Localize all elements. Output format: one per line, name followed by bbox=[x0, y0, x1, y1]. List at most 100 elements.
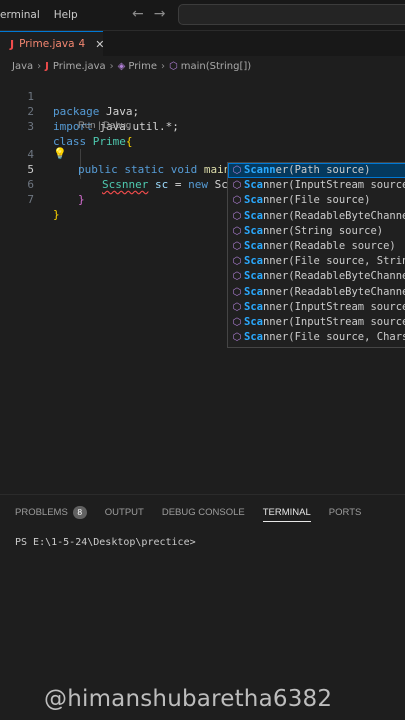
suggestion-item[interactable]: ⬡ Sca nn er(ReadableByteChannel bbox=[228, 285, 405, 300]
menu-help[interactable]: Help bbox=[54, 9, 78, 21]
editor-tab-bar: J Prime.java 4 ✕ bbox=[0, 31, 405, 56]
suggestion-match: Sca bbox=[244, 270, 263, 283]
codelens-run-debug[interactable]: Run | Debug bbox=[78, 120, 131, 131]
class-name: Prime bbox=[86, 135, 126, 148]
cube-icon: ⬡ bbox=[232, 210, 242, 222]
lightbulb-icon[interactable]: 💡 bbox=[53, 147, 67, 160]
tab-problems[interactable]: PROBLEMS 8 bbox=[15, 505, 87, 519]
suggestion-label: er(InputStream source bbox=[275, 300, 405, 313]
back-arrow-icon[interactable]: ← bbox=[132, 6, 144, 22]
suggestion-label: er(File source, Charse bbox=[275, 331, 405, 344]
suggestion-item[interactable]: ⬡ Sca nn er(File source) bbox=[228, 193, 405, 208]
chevron-right-icon: › bbox=[160, 60, 165, 72]
breadcrumb: Java › J Prime.java › ◈ Prime › ⬡ main(S… bbox=[0, 58, 405, 74]
tab-label: Prime.java bbox=[19, 38, 75, 50]
menu-terminal[interactable]: erminal bbox=[0, 9, 40, 21]
suggestion-label: er(InputStream source bbox=[275, 315, 405, 328]
suggestion-item[interactable]: ⬡ Sca nn er(File source, Charse bbox=[228, 330, 405, 345]
tab-output[interactable]: OUTPUT bbox=[105, 507, 144, 518]
cube-icon: ⬡ bbox=[232, 271, 242, 283]
suggestion-item[interactable]: ⬡ Sca nn er(File source, String bbox=[228, 254, 405, 269]
tab-problem-count: 4 bbox=[78, 38, 86, 50]
suggestion-label: nn bbox=[262, 209, 276, 222]
suggestion-label: nn bbox=[262, 315, 276, 328]
panel-tab-bar: PROBLEMS 8 OUTPUT DEBUG CONSOLE TERMINAL … bbox=[0, 502, 405, 522]
code-line-6: 6 } bbox=[0, 162, 84, 206]
suggestion-label: er(Path source) bbox=[275, 164, 371, 176]
suggestion-match: Sca bbox=[244, 315, 263, 328]
terminal-prompt[interactable]: PS E:\1-5-24\Desktop\prectice> bbox=[15, 537, 196, 548]
command-center-search[interactable] bbox=[178, 4, 405, 25]
panel-divider bbox=[0, 494, 405, 495]
code-line-2: 2 import java.util.*; bbox=[0, 89, 178, 133]
problems-count-badge: 8 bbox=[72, 505, 87, 519]
breadcrumb-folder[interactable]: Java bbox=[12, 61, 33, 72]
suggestion-label: er(File source, String bbox=[275, 255, 405, 268]
keyword: public static void bbox=[78, 163, 198, 176]
java-file-icon: J bbox=[10, 37, 15, 51]
suggestion-match: Sca bbox=[244, 300, 263, 313]
tab-label: PROBLEMS bbox=[15, 506, 68, 518]
suggestion-item[interactable]: ⬡ Sca nn er(InputStream source) bbox=[228, 178, 405, 193]
suggestion-label: er(Readable source) bbox=[275, 239, 396, 252]
suggestion-label: er(ReadableByteChannel bbox=[275, 285, 405, 298]
suggestion-label: nn bbox=[262, 224, 276, 237]
tab-terminal[interactable]: TERMINAL bbox=[262, 507, 311, 522]
suggestion-item[interactable]: ⬡ Sca nn er(InputStream source bbox=[228, 300, 405, 315]
keyword: new bbox=[188, 178, 208, 191]
variable-name: sc bbox=[148, 178, 175, 191]
suggestion-item[interactable]: ⬡ Sca nn er(InputStream source bbox=[228, 315, 405, 330]
channel-watermark: @himanshubaretha6382 bbox=[44, 686, 333, 712]
brace: } bbox=[53, 208, 60, 221]
forward-arrow-icon[interactable]: → bbox=[154, 6, 166, 22]
tab-ports[interactable]: PORTS bbox=[329, 507, 362, 518]
cube-icon: ⬡ bbox=[232, 165, 242, 176]
code-line-7: 7 } bbox=[0, 177, 59, 221]
suggestion-match: nn bbox=[262, 164, 276, 176]
suggestion-item[interactable]: ⬡ Sca nn er(Readable source) bbox=[228, 239, 405, 254]
breadcrumb-file[interactable]: Prime.java bbox=[53, 61, 106, 72]
suggestion-label: nn bbox=[262, 270, 276, 283]
suggestion-match: Sca bbox=[244, 209, 263, 222]
cube-icon: ⬡ bbox=[232, 256, 242, 268]
cube-icon: ⬡ bbox=[232, 180, 242, 192]
cube-icon: ⬡ bbox=[232, 332, 242, 344]
suggestion-label: nn bbox=[262, 331, 276, 344]
autocomplete-suggestions[interactable]: ⬡ Sca nn er(Path source) ⬡ Sca nn er(InputStre… bbox=[227, 162, 405, 348]
code-text: Java; bbox=[99, 105, 140, 118]
suggestion-match: Sca bbox=[244, 239, 263, 252]
cube-icon: ⬡ bbox=[232, 316, 242, 328]
code-text: = bbox=[174, 178, 189, 191]
suggestion-label: er(String source) bbox=[275, 224, 384, 237]
suggestion-item[interactable]: ⬡ Sca nn er(String source) bbox=[228, 224, 405, 239]
suggestion-label: er(ReadableByteChannel bbox=[275, 270, 405, 283]
suggestion-label: er(File source) bbox=[275, 194, 371, 207]
code-line-4: 4 public static void main(String[] args)… bbox=[0, 132, 343, 176]
tab-prime-java[interactable]: J Prime.java 4 ✕ bbox=[0, 31, 104, 56]
code-line-3: 3 class Prime{ bbox=[0, 104, 132, 148]
cube-icon: ⬡ bbox=[232, 301, 242, 313]
suggestion-item[interactable]: ⬡ Sca nn er(ReadableByteChannel bbox=[228, 209, 405, 224]
breadcrumb-class[interactable]: Prime bbox=[128, 61, 157, 72]
suggestion-label: nn bbox=[262, 255, 276, 268]
suggestion-item[interactable]: ⬡ Sca nn er(Path source) bbox=[228, 163, 405, 179]
method-cube-icon: ⬡ bbox=[168, 60, 178, 72]
cube-icon: ⬡ bbox=[232, 195, 242, 207]
suggestion-item[interactable]: ⬡ Sca nn er(ReadableByteChannel bbox=[228, 269, 405, 284]
chevron-right-icon: › bbox=[37, 60, 42, 72]
brace: { bbox=[125, 135, 133, 148]
chevron-right-icon: › bbox=[109, 60, 114, 72]
breadcrumb-method[interactable]: main(String[]) bbox=[181, 61, 251, 72]
tab-debug-console[interactable]: DEBUG CONSOLE bbox=[162, 507, 245, 518]
suggestion-label: er(InputStream source) bbox=[275, 179, 405, 192]
code-line-1: 1 package Java; bbox=[0, 74, 139, 118]
title-bar: erminal Help ← → bbox=[0, 0, 405, 31]
suggestion-label: nn bbox=[262, 285, 276, 298]
line-number: 7 bbox=[27, 193, 34, 206]
brace: } bbox=[78, 193, 85, 206]
suggestion-match: Sca bbox=[244, 224, 263, 237]
error-token: Scsnner bbox=[102, 178, 149, 191]
cube-icon: ⬡ bbox=[232, 240, 242, 252]
suggestion-match: Sca bbox=[244, 164, 263, 176]
close-icon[interactable]: ✕ bbox=[95, 38, 104, 51]
